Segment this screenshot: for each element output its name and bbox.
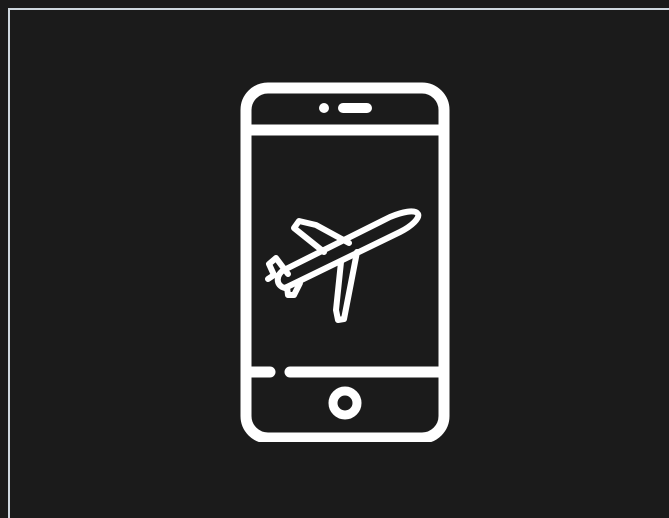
smartphone-airplane-icon: [240, 82, 450, 442]
home-button-icon: [328, 386, 362, 420]
phone-body-icon: [240, 82, 450, 442]
airplane-icon: [265, 208, 422, 323]
speaker-icon: [338, 103, 372, 113]
camera-dot-icon: [319, 103, 329, 113]
canvas: [0, 0, 669, 518]
